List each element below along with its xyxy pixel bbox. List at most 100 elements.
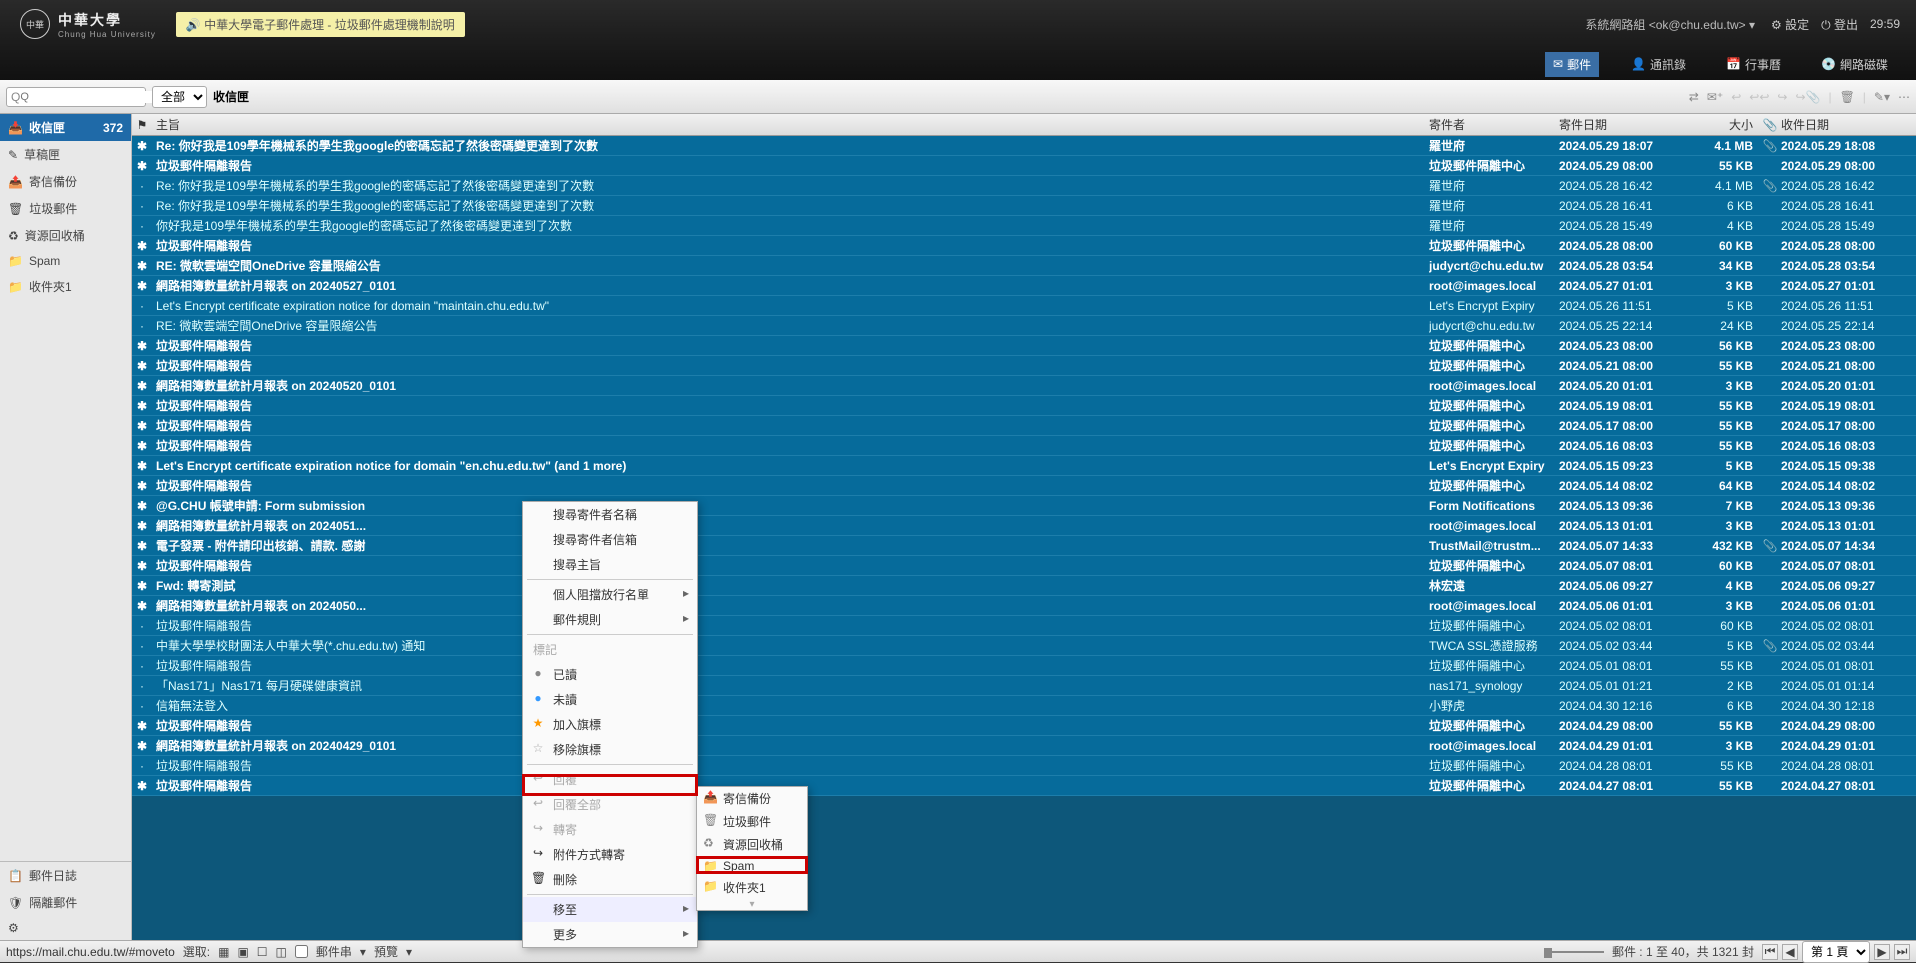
mail-row[interactable]: ✱RE: 微軟雲端空間OneDrive 容量限縮公告judycrt@chu.ed… — [132, 256, 1916, 276]
mark-icon[interactable]: ✎▾ — [1874, 90, 1890, 104]
ctx-more[interactable]: 更多▸ — [523, 922, 697, 947]
quarantine[interactable]: 🛡 隔離郵件 — [0, 889, 131, 916]
forward-att-icon[interactable]: ↪📎 — [1795, 90, 1820, 104]
nav-mail[interactable]: ✉ 郵件 — [1545, 52, 1599, 77]
mail-row[interactable]: ·中華大學學校財團法人中華大學(*.chu.edu.tw) 通知TWCA SSL… — [132, 636, 1916, 656]
mail-row[interactable]: ✱網路相簿數量統計月報表 on 20240520_0101root@images… — [132, 376, 1916, 396]
mail-log[interactable]: 📋 郵件日誌 — [0, 862, 131, 889]
col-subject[interactable]: 主旨 — [152, 116, 1429, 133]
mail-row[interactable]: ✱電子發票 - 附件請印出核銷、請款. 感謝TrustMail@trustm..… — [132, 536, 1916, 556]
reply-all-icon[interactable]: ↩↩ — [1749, 90, 1769, 104]
ctx-rules[interactable]: 郵件規則▸ — [523, 607, 697, 632]
mail-row[interactable]: ·你好我是109學年機械系的學生我google的密碼忘記了然後密碼變更達到了次數… — [132, 216, 1916, 236]
nav-disk[interactable]: 💿 網路磁碟 — [1813, 52, 1896, 77]
scope-select[interactable]: 全部 — [152, 86, 207, 108]
notice-banner[interactable]: 🔊 中華大學電子郵件處理 - 垃圾郵件處理機制說明 — [176, 12, 465, 37]
ctx-search-senderbox[interactable]: 搜尋寄件者信箱 — [523, 527, 697, 552]
col-size[interactable]: 大小 — [1689, 116, 1759, 133]
nav-calendar[interactable]: 📅 行事曆 — [1718, 52, 1789, 77]
search-input[interactable] — [20, 91, 162, 103]
folder-drafts[interactable]: ✎ 草稿匣 — [0, 141, 131, 168]
mail-row[interactable]: ·RE: 微軟雲端空間OneDrive 容量限縮公告judycrt@chu.ed… — [132, 316, 1916, 336]
ctx-mark-read[interactable]: ●已讀 — [523, 662, 697, 687]
folder-spam[interactable]: 📁 Spam — [0, 249, 131, 273]
mail-row[interactable]: ✱垃圾郵件隔離報告垃圾郵件隔離中心2024.05.23 08:0056 KB20… — [132, 336, 1916, 356]
more-icon[interactable]: ⋯ — [1898, 90, 1910, 104]
nav-contacts[interactable]: 👤 通訊錄 — [1623, 52, 1694, 77]
moveto-folder1[interactable]: 📁收件夾1 — [697, 876, 807, 899]
moveto-trash[interactable]: ♻資源回收桶 — [697, 833, 807, 856]
select-invert-icon[interactable]: ◫ — [276, 945, 287, 959]
ctx-blocklist[interactable]: 個人阻擋放行名單▸ — [523, 582, 697, 607]
mail-row[interactable]: ✱垃圾郵件隔離報告垃圾郵件隔離中心2024.05.28 08:0060 KB20… — [132, 236, 1916, 256]
folder-settings-icon[interactable]: ⚙ — [0, 916, 131, 940]
select-page-icon[interactable]: ▣ — [237, 945, 248, 959]
ctx-forward[interactable]: ↪轉寄 — [523, 817, 697, 842]
mail-row[interactable]: ·信箱無法登入小野虎2024.04.30 12:166 KB2024.04.30… — [132, 696, 1916, 716]
col-attach-icon[interactable]: 📎 — [1759, 118, 1781, 132]
settings-link[interactable]: ⚙ 設定 — [1771, 16, 1809, 33]
moveto-junk[interactable]: 🗑垃圾郵件 — [697, 810, 807, 833]
mail-row[interactable]: ✱垃圾郵件隔離報告垃圾郵件隔離中心2024.05.17 08:0055 KB20… — [132, 416, 1916, 436]
page-select[interactable]: 第 1 頁 — [1802, 941, 1870, 963]
forward-icon[interactable]: ↪ — [1777, 90, 1787, 104]
col-sentdate[interactable]: 寄件日期 — [1559, 116, 1689, 133]
page-last[interactable]: ⏭ — [1894, 944, 1910, 960]
mail-row[interactable]: ✱垃圾郵件隔離報告垃圾郵件隔離中心2024.05.07 08:0160 KB20… — [132, 556, 1916, 576]
mail-row[interactable]: ·Re: 你好我是109學年機械系的學生我google的密碼忘記了然後密碼變更達… — [132, 196, 1916, 216]
mail-row[interactable]: ✱垃圾郵件隔離報告垃圾郵件隔離中心2024.05.29 08:0055 KB20… — [132, 156, 1916, 176]
page-first[interactable]: ⏮ — [1762, 944, 1778, 960]
compose-icon[interactable]: ✉⁺ — [1707, 90, 1723, 104]
ctx-delete[interactable]: 🗑刪除 — [523, 867, 697, 892]
reply-icon[interactable]: ↩ — [1731, 90, 1741, 104]
mail-row[interactable]: ·垃圾郵件隔離報告垃圾郵件隔離中心2024.04.28 08:0155 KB20… — [132, 756, 1916, 776]
ctx-moveto[interactable]: 移至▸ — [523, 897, 697, 922]
preview-dropdown-icon[interactable]: ▾ — [406, 945, 412, 959]
delete-icon[interactable]: 🗑 — [1840, 90, 1855, 104]
slider-icon[interactable] — [1544, 951, 1604, 953]
folder-inbox[interactable]: 📥 收信匣372 — [0, 114, 131, 141]
mail-row[interactable]: ✱@G.CHU 帳號申請: Form submissionForm Notifi… — [132, 496, 1916, 516]
mail-row[interactable]: ✱垃圾郵件隔離報告垃圾郵件隔離中心2024.04.29 08:0055 KB20… — [132, 716, 1916, 736]
thread-dropdown-icon[interactable]: ▾ — [360, 945, 366, 959]
refresh-icon[interactable]: ⇄ — [1689, 90, 1699, 104]
mail-row[interactable]: ✱網路相簿數量統計月報表 on 20240527_0101root@images… — [132, 276, 1916, 296]
mail-list[interactable]: ✱Re: 你好我是109學年機械系的學生我google的密碼忘記了然後密碼變更達… — [132, 136, 1916, 940]
page-prev[interactable]: ◀ — [1782, 944, 1798, 960]
mail-row[interactable]: ✱網路相簿數量統計月報表 on 2024050...root@images.lo… — [132, 596, 1916, 616]
ctx-search-sender[interactable]: 搜尋寄件者名稱 — [523, 502, 697, 527]
mail-row[interactable]: ✱Fwd: 轉寄測試林宏遠2024.05.06 09:274 KB2024.05… — [132, 576, 1916, 596]
mail-row[interactable]: ✱垃圾郵件隔離報告垃圾郵件隔離中心2024.05.21 08:0055 KB20… — [132, 356, 1916, 376]
mail-row[interactable]: ·垃圾郵件隔離報告垃圾郵件隔離中心2024.05.02 08:0160 KB20… — [132, 616, 1916, 636]
folder-sent[interactable]: 📤 寄信備份 — [0, 168, 131, 195]
mail-row[interactable]: ✱Re: 你好我是109學年機械系的學生我google的密碼忘記了然後密碼變更達… — [132, 136, 1916, 156]
page-next[interactable]: ▶ — [1874, 944, 1890, 960]
col-flag[interactable]: ⚑ — [132, 118, 152, 132]
logout-link[interactable]: ⏻ 登出 — [1821, 16, 1858, 33]
select-all-icon[interactable]: ▦ — [218, 945, 229, 959]
ctx-add-flag[interactable]: ★加入旗標 — [523, 712, 697, 737]
col-recvdate[interactable]: 收件日期 — [1781, 116, 1916, 133]
mail-row[interactable]: ✱垃圾郵件隔離報告垃圾郵件隔離中心2024.05.16 08:0355 KB20… — [132, 436, 1916, 456]
mail-row[interactable]: ✱網路相簿數量統計月報表 on 2024051...root@images.lo… — [132, 516, 1916, 536]
thread-checkbox[interactable] — [295, 945, 308, 958]
mail-row[interactable]: ✱網路相簿數量統計月報表 on 20240429_0101root@images… — [132, 736, 1916, 756]
mail-row[interactable]: ✱垃圾郵件隔離報告垃圾郵件隔離中心2024.05.19 08:0155 KB20… — [132, 396, 1916, 416]
folder-custom1[interactable]: 📁 收件夾1 — [0, 273, 131, 300]
mail-row[interactable]: ·Let's Encrypt certificate expiration no… — [132, 296, 1916, 316]
search-box[interactable]: Q ▾ — [6, 87, 146, 107]
moveto-sent[interactable]: 📤寄信備份 — [697, 787, 807, 810]
ctx-forward-att[interactable]: ↪附件方式轉寄 — [523, 842, 697, 867]
mail-row[interactable]: ·垃圾郵件隔離報告垃圾郵件隔離中心2024.05.01 08:0155 KB20… — [132, 656, 1916, 676]
mail-row[interactable]: ✱Let's Encrypt certificate expiration no… — [132, 456, 1916, 476]
ctx-remove-flag[interactable]: ☆移除旗標 — [523, 737, 697, 762]
folder-trash[interactable]: ♻ 資源回收桶 — [0, 222, 131, 249]
mail-row[interactable]: ·「Nas171」Nas171 每月硬碟健康資訊nas171_synology2… — [132, 676, 1916, 696]
ctx-search-subject[interactable]: 搜尋主旨 — [523, 552, 697, 577]
mail-row[interactable]: ✱垃圾郵件隔離報告垃圾郵件隔離中心2024.05.14 08:0264 KB20… — [132, 476, 1916, 496]
mail-row[interactable]: ✱垃圾郵件隔離報告垃圾郵件隔離中心2024.04.27 08:0155 KB20… — [132, 776, 1916, 796]
ctx-reply-all[interactable]: ↩回覆全部 — [523, 792, 697, 817]
ctx-reply[interactable]: ↩回覆 — [523, 767, 697, 792]
col-from[interactable]: 寄件者 — [1429, 116, 1559, 133]
moveto-spam[interactable]: 📁Spam — [697, 856, 807, 876]
